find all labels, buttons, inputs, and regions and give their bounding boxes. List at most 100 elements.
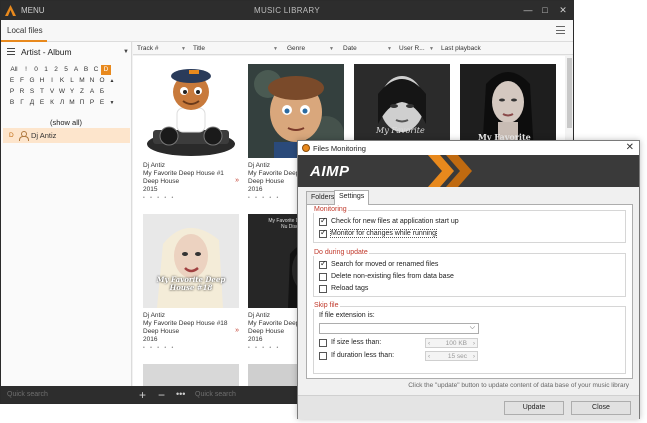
- scrollbar-thumb[interactable]: [567, 58, 572, 128]
- album-rating[interactable]: • • • • •: [143, 195, 175, 201]
- alphabet-letter[interactable]: 1: [41, 65, 51, 75]
- more-icon[interactable]: •••: [176, 389, 185, 399]
- alphabet-letter[interactable]: F: [17, 76, 27, 86]
- alphabet-letter[interactable]: К: [47, 98, 57, 108]
- alphabet-letter[interactable]: Y: [67, 87, 77, 97]
- size-stepper[interactable]: ‹ 100 KB ›: [425, 338, 478, 348]
- artist-name: Dj Antiz: [31, 131, 57, 140]
- alphabet-letter[interactable]: Д: [27, 98, 37, 108]
- duration-option[interactable]: If duration less than: ‹ 15 sec ›: [319, 351, 499, 362]
- alphabet-letter[interactable]: K: [57, 76, 67, 86]
- column-header: Track # ▼ Title ▼ Genre ▼ Date ▼ User R... ▼ …: [133, 42, 573, 55]
- alphabet-letter[interactable]: C: [91, 65, 101, 75]
- maximize-button[interactable]: □: [538, 3, 552, 17]
- alphabet-letter[interactable]: W: [57, 87, 67, 97]
- alphabet-letter[interactable]: Е: [97, 98, 107, 108]
- chevron-left-icon[interactable]: ‹: [428, 353, 430, 360]
- alphabet-letter[interactable]: B: [81, 65, 91, 75]
- alphabet-letter[interactable]: 5: [61, 65, 71, 75]
- alphabet-letter[interactable]: A: [71, 65, 81, 75]
- expand-chevron-icon[interactable]: »: [235, 327, 239, 334]
- size-option[interactable]: If size less than: ‹ 100 KB ›: [319, 338, 499, 349]
- alphabet-letter[interactable]: N: [87, 76, 97, 86]
- tab-settings[interactable]: Settings: [334, 190, 370, 205]
- quick-search-input-left[interactable]: Quick search: [7, 391, 48, 398]
- alphabet-letter[interactable]: R: [17, 87, 27, 97]
- chevron-up-icon[interactable]: [107, 87, 117, 97]
- alphabet-letter[interactable]: D: [101, 65, 111, 75]
- alphabet-letter[interactable]: 2: [51, 65, 61, 75]
- column-genre[interactable]: Genre ▼: [287, 45, 334, 52]
- alphabet-letter[interactable]: Z: [77, 87, 87, 97]
- alphabet-letter[interactable]: М: [67, 98, 77, 108]
- chevron-right-icon[interactable]: ›: [473, 340, 475, 347]
- alphabet-row: E F G H I K L M N O ▲: [7, 76, 127, 87]
- size-checkbox[interactable]: [319, 339, 327, 347]
- alphabet-letter[interactable]: А: [87, 87, 97, 97]
- reload-tags-checkbox[interactable]: [319, 285, 327, 293]
- close-button[interactable]: ✕: [556, 3, 570, 17]
- alphabet-letter[interactable]: Е: [37, 98, 47, 108]
- column-last-playback[interactable]: Last playback: [441, 45, 481, 52]
- column-track[interactable]: Track # ▼: [137, 45, 186, 52]
- chevron-down-icon[interactable]: ▼: [107, 98, 117, 108]
- monitoring-group: [313, 210, 626, 243]
- alphabet-letter[interactable]: G: [27, 76, 37, 86]
- alphabet-letter[interactable]: В: [7, 98, 17, 108]
- dialog-close-icon[interactable]: ✕: [626, 142, 634, 153]
- album-rating[interactable]: • • • • •: [248, 195, 280, 201]
- column-date[interactable]: Date ▼: [343, 45, 392, 52]
- remove-icon[interactable]: −: [158, 388, 165, 402]
- album-rating[interactable]: • • • • •: [143, 345, 175, 351]
- artist-item[interactable]: D Dj Antiz: [3, 128, 130, 143]
- alphabet-letter[interactable]: V: [47, 87, 57, 97]
- alphabet-letter[interactable]: 0: [31, 65, 41, 75]
- alphabet-letter[interactable]: Л: [57, 98, 67, 108]
- alphabet-letter[interactable]: T: [37, 87, 47, 97]
- alphabet-letter[interactable]: П: [77, 98, 87, 108]
- update-button[interactable]: Update: [504, 401, 564, 415]
- hamburger-menu-icon[interactable]: [556, 26, 565, 34]
- chevron-right-icon[interactable]: ›: [473, 353, 475, 360]
- monitor-changes-checkbox[interactable]: [319, 228, 327, 238]
- grouping-selector[interactable]: Artist - Album ▼: [7, 47, 129, 59]
- add-icon[interactable]: +: [139, 388, 146, 402]
- alphabet-letter[interactable]: M: [77, 76, 87, 86]
- chevron-up-icon[interactable]: [111, 65, 121, 75]
- delete-nonexisting-checkbox[interactable]: [319, 273, 327, 281]
- alphabet-letter[interactable]: I: [47, 76, 57, 86]
- search-moved-checkbox[interactable]: [319, 259, 327, 269]
- chevron-up-icon[interactable]: ▲: [107, 76, 117, 86]
- alphabet-letter[interactable]: Б: [97, 87, 107, 97]
- column-title[interactable]: Title ▼: [193, 45, 278, 52]
- title-bar: MENU MUSIC LIBRARY — □ ✕: [1, 1, 573, 20]
- column-user-rating[interactable]: User R... ▼: [399, 45, 434, 52]
- alphabet-letter[interactable]: S: [27, 87, 37, 97]
- alphabet-letter[interactable]: Р: [87, 98, 97, 108]
- album-cover-partial[interactable]: [143, 364, 239, 386]
- album-rating[interactable]: • • • • •: [248, 345, 280, 351]
- dialog-title-bar: Files Monitoring ✕: [298, 141, 639, 155]
- close-dialog-button[interactable]: Close: [571, 401, 631, 415]
- minimize-button[interactable]: —: [521, 3, 535, 17]
- album-artist: Dj Antiz: [143, 312, 166, 319]
- alphabet-letter[interactable]: E: [7, 76, 17, 86]
- tab-local-files[interactable]: Local files: [7, 26, 43, 35]
- album-title: My Favorite Deep House #18: [143, 320, 228, 327]
- dialog-footer: Update Close: [298, 395, 639, 419]
- quick-search-input-right[interactable]: Quick search: [195, 391, 236, 398]
- show-all-item[interactable]: (show all): [1, 118, 131, 127]
- alphabet-letter[interactable]: Г: [17, 98, 27, 108]
- alphabet-letter[interactable]: O: [97, 76, 107, 86]
- alphabet-letter[interactable]: All: [7, 65, 21, 75]
- extension-select[interactable]: ⌵: [319, 323, 479, 334]
- check-new-files-checkbox[interactable]: [319, 216, 327, 226]
- alphabet-letter[interactable]: H: [37, 76, 47, 86]
- alphabet-letter[interactable]: L: [67, 76, 77, 86]
- alphabet-letter[interactable]: !: [21, 65, 31, 75]
- alphabet-letter[interactable]: P: [7, 87, 17, 97]
- chevron-left-icon[interactable]: ‹: [428, 340, 430, 347]
- duration-checkbox[interactable]: [319, 352, 327, 360]
- duration-stepper[interactable]: ‹ 15 sec ›: [425, 351, 478, 361]
- expand-chevron-icon[interactable]: »: [235, 177, 239, 184]
